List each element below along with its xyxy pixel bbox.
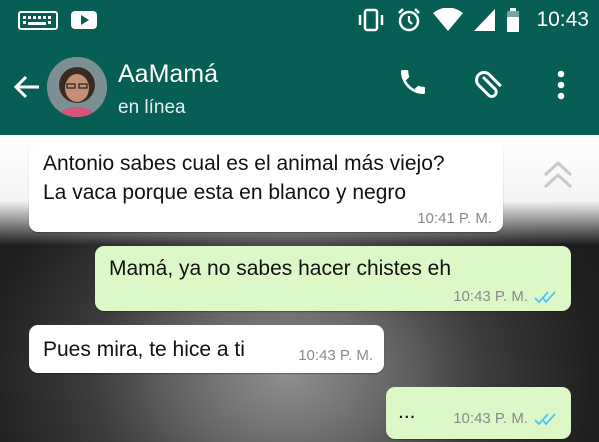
alarm-icon <box>398 8 421 32</box>
message-bubble-outgoing[interactable]: Mamá, ya no sabes hacer chistes eh 10:43… <box>95 246 571 311</box>
message-bubble-incoming[interactable]: Pues mira, te hice a ti 10:43 P. M. <box>29 325 384 373</box>
contact-name[interactable]: AaMamá <box>118 60 218 89</box>
keyboard-icon <box>18 11 58 30</box>
message-text: Mamá, ya no sabes hacer chistes eh <box>109 257 452 280</box>
double-check-icon <box>534 412 556 425</box>
message-time: 10:41 P. M. <box>417 210 492 227</box>
chat-header: AaMamá en línea <box>0 40 599 135</box>
avatar[interactable] <box>47 57 107 117</box>
contact-status: en línea <box>118 97 186 118</box>
signal-icon <box>474 9 496 31</box>
chat-area[interactable]: Antonio sabes cual es el animal más viej… <box>0 135 599 442</box>
youtube-icon <box>71 11 97 29</box>
double-check-icon <box>534 290 556 303</box>
status-time: 10:43 <box>536 8 589 31</box>
message-text: Pues mira, te hice a ti <box>43 338 245 361</box>
wifi-icon <box>433 8 464 31</box>
scroll-up-icon[interactable] <box>541 157 575 193</box>
message-time: 10:43 P. M. <box>298 347 373 364</box>
status-bar: 10:43 <box>0 0 599 40</box>
message-time: 10:43 P. M. <box>453 288 528 305</box>
vibrate-icon <box>359 8 384 32</box>
more-icon[interactable] <box>552 68 570 104</box>
message-text: Antonio sabes cual es el animal más viej… <box>43 152 445 175</box>
message-text: ... <box>398 400 416 423</box>
battery-icon <box>507 8 520 32</box>
phone-icon[interactable] <box>397 66 429 98</box>
message-time: 10:43 P. M. <box>453 410 528 427</box>
message-text: La vaca porque esta en blanco y negro <box>43 181 407 204</box>
message-bubble-outgoing[interactable]: ... 10:43 P. M. <box>386 387 571 439</box>
attach-icon[interactable] <box>472 66 508 102</box>
message-bubble-incoming[interactable]: Antonio sabes cual es el animal más viej… <box>29 142 503 232</box>
back-arrow-icon[interactable] <box>12 72 42 102</box>
